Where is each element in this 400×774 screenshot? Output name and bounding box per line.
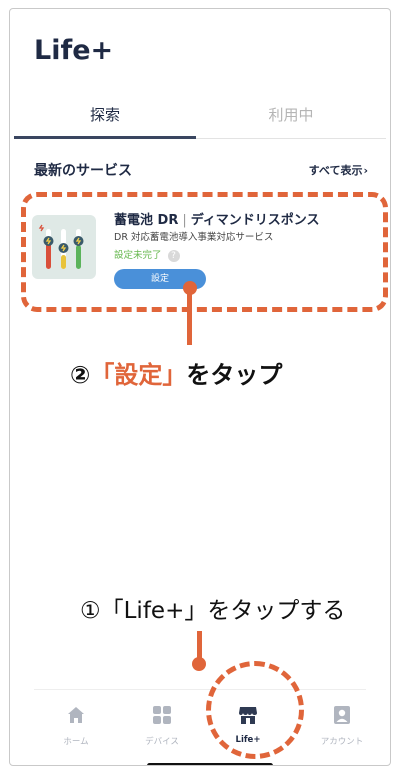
account-icon (334, 706, 350, 724)
nav-item-account[interactable]: アカウント (300, 704, 384, 747)
grid-icon (153, 706, 171, 724)
highlight-circle-annotation (206, 661, 304, 759)
show-all-link[interactable]: すべて表示› (309, 162, 368, 178)
nav-device-label: デバイス (145, 737, 179, 747)
tab-in-use[interactable]: 利用中 (200, 93, 382, 139)
connector-dot-top (183, 281, 197, 295)
annotation-step-2: ②「設定」をタップ (70, 355, 282, 390)
nav-item-home[interactable]: ホーム (34, 704, 118, 747)
tab-bar: 探索 利用中 (14, 93, 386, 139)
chevron-right-icon: › (363, 164, 368, 177)
connector-dot-bottom (192, 657, 206, 671)
annotation-step-2-suffix: をタップ (186, 361, 283, 389)
annotation-step-2-highlight: 「設定」 (90, 361, 187, 389)
app-screen: Life+ 探索 利用中 最新のサービス すべて表示› 蓄電池 DR | ディマ… (9, 8, 391, 766)
app-title: Life+ (34, 35, 114, 66)
nav-home-label: ホーム (63, 737, 89, 747)
home-icon (68, 707, 84, 723)
tab-explore[interactable]: 探索 (14, 93, 196, 139)
connector-line-top (187, 291, 192, 345)
highlight-rect-annotation (21, 192, 388, 312)
annotation-step-1: ①「Life+」をタップする (80, 598, 346, 624)
bottom-nav: ホーム デバイス Life+ アカウント (34, 689, 366, 759)
show-all-label: すべて表示 (308, 164, 363, 177)
nav-item-device[interactable]: デバイス (120, 704, 204, 747)
annotation-step-2-num: ② (70, 361, 91, 389)
home-indicator (147, 763, 273, 765)
nav-account-label: アカウント (320, 737, 364, 747)
section-title: 最新のサービス (34, 163, 132, 179)
